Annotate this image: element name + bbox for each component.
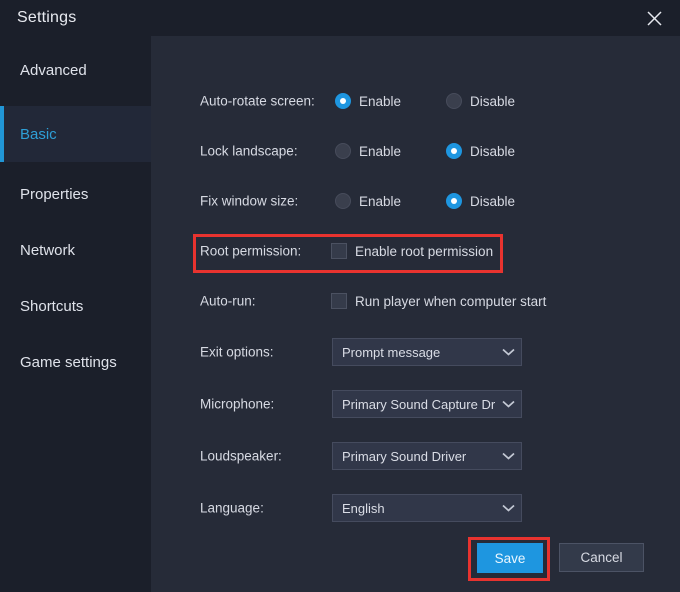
- sidebar-item-label: Game settings: [20, 353, 117, 371]
- radio-auto-rotate-enable[interactable]: Enable: [335, 93, 401, 109]
- select-loudspeaker[interactable]: Primary Sound Driver: [332, 442, 522, 470]
- setting-row-loudspeaker: Loudspeaker: Primary Sound Driver: [151, 436, 680, 476]
- radio-auto-rotate-disable[interactable]: Disable: [446, 93, 515, 109]
- setting-label: Lock landscape:: [200, 143, 298, 159]
- sidebar-item-label: Properties: [20, 185, 89, 203]
- radio-indicator: [335, 93, 351, 109]
- settings-content-panel: Auto-rotate screen: Enable Disable Lock …: [151, 36, 680, 592]
- sidebar-item-network[interactable]: Network: [0, 222, 151, 278]
- select-value: Primary Sound Driver: [342, 448, 467, 464]
- setting-label: Auto-run:: [200, 293, 256, 309]
- sidebar: Advanced Basic Properties Network Shortc…: [0, 36, 151, 592]
- radio-lock-landscape-disable[interactable]: Disable: [446, 143, 515, 159]
- radio-indicator: [335, 193, 351, 209]
- select-microphone[interactable]: Primary Sound Capture Dr: [332, 390, 522, 418]
- setting-label: Exit options:: [200, 344, 274, 360]
- radio-label: Enable: [359, 143, 402, 159]
- setting-row-microphone: Microphone: Primary Sound Capture Dr: [151, 384, 680, 424]
- checkbox-indicator: [331, 243, 347, 259]
- radio-indicator: [335, 143, 351, 159]
- sidebar-item-basic[interactable]: Basic: [0, 106, 151, 162]
- sidebar-item-properties[interactable]: Properties: [0, 166, 151, 222]
- setting-label: Root permission:: [200, 243, 302, 259]
- radio-label: Disable: [470, 93, 516, 109]
- radio-indicator: [446, 143, 462, 159]
- checkbox-run-player-on-start[interactable]: Run player when computer start: [331, 293, 546, 309]
- sidebar-item-advanced[interactable]: Advanced: [0, 42, 151, 98]
- save-button[interactable]: Save: [477, 543, 543, 573]
- radio-lock-landscape-enable[interactable]: Enable: [335, 143, 401, 159]
- setting-row-auto-rotate-screen: Auto-rotate screen: Enable Disable: [151, 81, 680, 121]
- radio-label: Enable: [359, 93, 402, 109]
- chevron-down-icon: [495, 400, 521, 408]
- setting-row-fix-window-size: Fix window size: Enable Disable: [151, 181, 680, 221]
- setting-row-root-permission: Root permission: Enable root permission: [151, 231, 680, 271]
- radio-indicator: [446, 93, 462, 109]
- setting-row-exit-options: Exit options: Prompt message: [151, 332, 680, 372]
- window-title: Settings: [17, 9, 77, 26]
- select-language[interactable]: English: [332, 494, 522, 522]
- setting-row-language: Language: English: [151, 488, 680, 528]
- radio-fix-window-size-disable[interactable]: Disable: [446, 193, 515, 209]
- sidebar-item-label: Basic: [20, 125, 57, 143]
- checkbox-label: Run player when computer start: [355, 293, 547, 309]
- radio-indicator: [446, 193, 462, 209]
- chevron-down-icon: [495, 504, 521, 512]
- sidebar-item-game-settings[interactable]: Game settings: [0, 334, 151, 390]
- setting-label: Loudspeaker:: [200, 448, 282, 464]
- select-value: Prompt message: [342, 344, 441, 360]
- radio-label: Enable: [359, 193, 402, 209]
- select-value: Primary Sound Capture Dr: [342, 396, 495, 412]
- sidebar-item-shortcuts[interactable]: Shortcuts: [0, 278, 151, 334]
- checkbox-label: Enable root permission: [355, 243, 494, 259]
- setting-label: Language:: [200, 500, 264, 516]
- setting-row-lock-landscape: Lock landscape: Enable Disable: [151, 131, 680, 171]
- chevron-down-icon: [495, 348, 521, 356]
- setting-label: Auto-rotate screen:: [200, 93, 315, 109]
- select-exit-options[interactable]: Prompt message: [332, 338, 522, 366]
- radio-label: Disable: [470, 193, 516, 209]
- radio-fix-window-size-enable[interactable]: Enable: [335, 193, 401, 209]
- setting-label: Microphone:: [200, 396, 275, 412]
- setting-label: Fix window size:: [200, 193, 299, 209]
- select-value: English: [342, 500, 385, 516]
- settings-window: Settings Advanced Basic Properties Netwo…: [0, 0, 680, 592]
- cancel-button[interactable]: Cancel: [559, 543, 644, 572]
- sidebar-item-label: Advanced: [20, 61, 87, 79]
- setting-row-auto-run: Auto-run: Run player when computer start: [151, 281, 680, 321]
- checkbox-enable-root-permission[interactable]: Enable root permission: [331, 243, 493, 259]
- chevron-down-icon: [495, 452, 521, 460]
- sidebar-item-label: Network: [20, 241, 76, 259]
- sidebar-item-label: Shortcuts: [20, 297, 84, 315]
- close-icon[interactable]: [632, 2, 676, 34]
- radio-label: Disable: [470, 143, 516, 159]
- checkbox-indicator: [331, 293, 347, 309]
- window-titlebar: Settings: [0, 0, 680, 36]
